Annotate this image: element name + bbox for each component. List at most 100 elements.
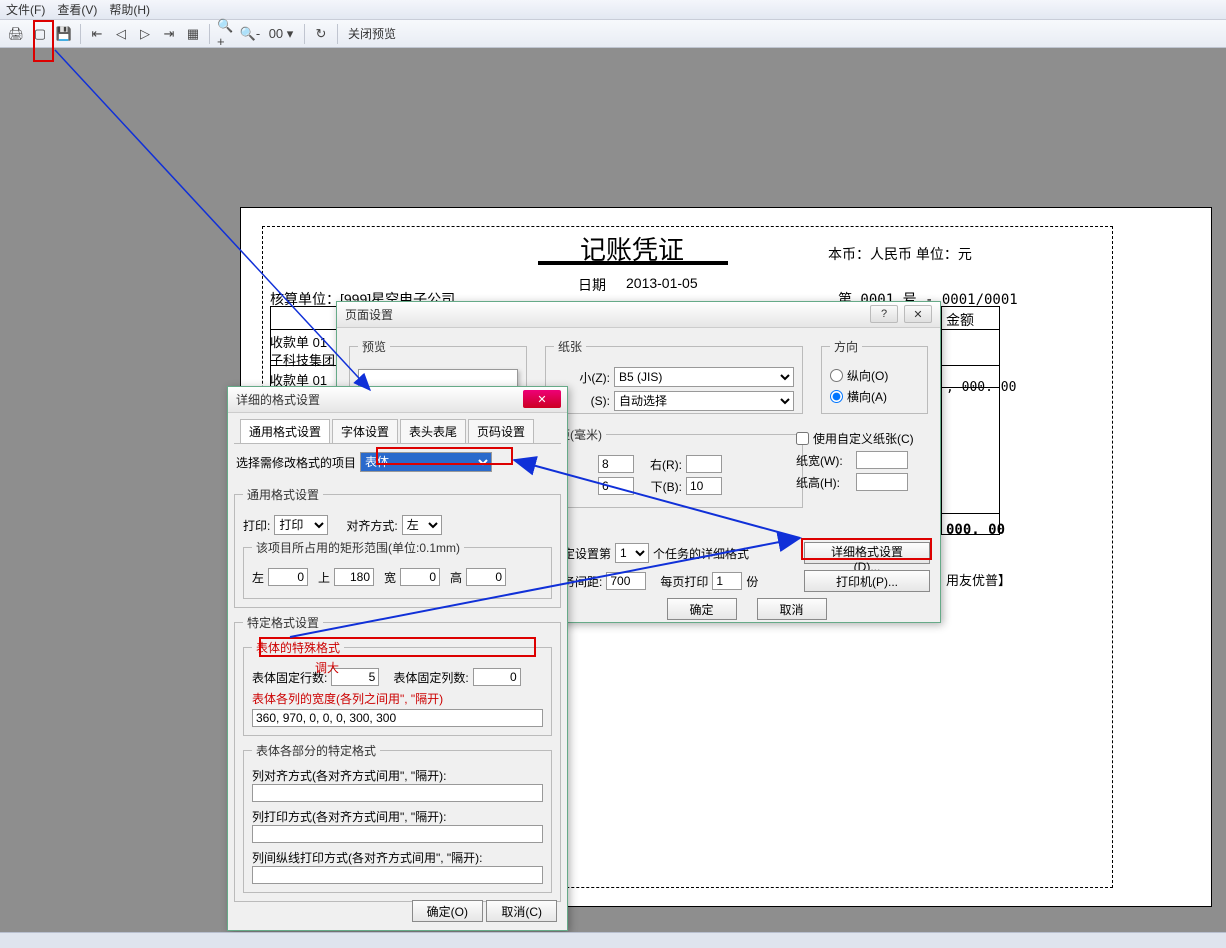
perpage-input[interactable]: [712, 572, 742, 590]
margin-bottom-input[interactable]: [686, 477, 722, 495]
col-align-input[interactable]: [252, 784, 543, 802]
margin-left-input[interactable]: [598, 455, 634, 473]
refresh-icon[interactable]: ↻: [311, 24, 331, 44]
tab-font[interactable]: 字体设置: [332, 419, 398, 443]
rect-t-input[interactable]: [334, 568, 374, 586]
paper-group: 纸张 小(Z): B5 (JIS) (S): 自动选择: [545, 338, 803, 414]
task-index-select[interactable]: 1: [615, 543, 649, 563]
paper-height-input[interactable]: [856, 473, 908, 491]
detail-tabs: 通用格式设置 字体设置 表头表尾 页码设置: [234, 419, 561, 444]
menu-view[interactable]: 查看(V): [57, 1, 97, 18]
tab-headfoot[interactable]: 表头表尾: [400, 419, 466, 443]
detail-format-dialog: 详细的格式设置 ✕ 通用格式设置 字体设置 表头表尾 页码设置 选择需修改格式的…: [227, 386, 568, 931]
prev-page-icon[interactable]: ◁: [111, 24, 131, 44]
body-parts-group: 表体各部分的特定格式 列对齐方式(各对齐方式间用", "隔开): 列打印方式(各…: [243, 742, 552, 893]
tab-pagenum[interactable]: 页码设置: [468, 419, 534, 443]
body-format-group: 表体的特殊格式 表体固定行数: 表体固定列数: 表体各列的宽度(各列之间用", …: [243, 639, 552, 736]
rect-group: 该项目所占用的矩形范围(单位:0.1mm) 左 上 宽 高: [243, 539, 552, 599]
paper-size-select[interactable]: B5 (JIS): [614, 367, 794, 387]
colwidth-label: 表体各列的宽度(各列之间用", "隔开): [252, 692, 443, 706]
margin-right-input[interactable]: [686, 455, 722, 473]
print-select[interactable]: 打印: [274, 515, 328, 535]
rect-w-input[interactable]: [400, 568, 440, 586]
specific-legend: 特定格式设置: [243, 614, 323, 631]
rect-t-label: 上: [318, 569, 330, 586]
printer-button[interactable]: 打印机(P)...: [804, 570, 930, 592]
perpage-unit: 份: [746, 573, 758, 590]
fixcol-input[interactable]: [473, 668, 521, 686]
rect-l-label: 左: [252, 569, 264, 586]
margin-right-label: 右(R):: [638, 456, 682, 473]
paper-height-label: 纸高(H):: [796, 474, 852, 491]
body-annot: 表体的特殊格式: [256, 641, 340, 655]
detail-ok-button[interactable]: 确定(O): [412, 900, 483, 922]
paper-width-label: 纸宽(W):: [796, 452, 852, 469]
orientation-group: 方向 纵向(O) 横向(A): [821, 338, 928, 414]
task-gap-label: 务间距:: [563, 573, 602, 590]
rect-h-input[interactable]: [466, 568, 506, 586]
rect-l-input[interactable]: [268, 568, 308, 586]
voucher-currency: 本币：人民币 单位：元: [828, 244, 972, 264]
zoom-dropdown[interactable]: 00 ▾: [264, 24, 298, 44]
tab-general[interactable]: 通用格式设置: [240, 419, 330, 443]
paper-width-input[interactable]: [856, 451, 908, 469]
voucher-date: 2013-01-05: [626, 275, 698, 291]
preview-legend: 预览: [358, 338, 390, 355]
status-bar: [0, 932, 1226, 948]
landscape-label: 横向(A): [847, 388, 887, 405]
custom-paper-checkbox[interactable]: [796, 432, 809, 445]
detail-cancel-button[interactable]: 取消(C): [486, 900, 557, 922]
detail-dialog-title: 详细的格式设置 ✕: [228, 387, 567, 413]
page-setup-cancel-button[interactable]: 取消: [757, 598, 827, 620]
col-print-input[interactable]: [252, 825, 543, 843]
paper-legend: 纸张: [554, 338, 586, 355]
portrait-label: 纵向(O): [847, 367, 888, 384]
margins-group: 距(毫米) : 右(R): : 下(B):: [545, 426, 803, 508]
col-print-label: 列打印方式(各对齐方式间用", "隔开):: [252, 808, 543, 825]
specific-format-group: 特定格式设置 表体的特殊格式 表体固定行数: 表体固定列数: 表体各列的宽度(各…: [234, 614, 561, 902]
first-page-icon[interactable]: ⇤: [87, 24, 107, 44]
select-item-dropdown[interactable]: 表体: [360, 452, 492, 472]
help-icon[interactable]: ?: [870, 305, 898, 323]
align-select[interactable]: 左: [402, 515, 442, 535]
landscape-radio[interactable]: [830, 390, 843, 403]
close-icon[interactable]: ✕: [523, 390, 561, 408]
voucher-date-label: 日期: [578, 275, 606, 295]
page-setup-title-text: 页面设置: [345, 306, 393, 323]
close-icon[interactable]: ✕: [904, 305, 932, 323]
col-vline-input[interactable]: [252, 866, 543, 884]
voucher-footer-right: 用友优普】: [946, 570, 1011, 589]
align-label: 对齐方式:: [346, 517, 397, 534]
menu-file[interactable]: 文件(F): [6, 1, 45, 18]
colwidth-input[interactable]: [252, 709, 543, 727]
custom-paper-label: 使用自定义纸张(C): [813, 430, 914, 447]
portrait-radio[interactable]: [830, 369, 843, 382]
col-align-label: 列对齐方式(各对齐方式间用", "隔开):: [252, 767, 543, 784]
orientation-legend: 方向: [830, 338, 862, 355]
task-gap-input[interactable]: [606, 572, 646, 590]
toolbar: 🖨 ▢ 💾 ⇤ ◁ ▷ ⇥ ▦ 🔍+ 🔍- 00 ▾ ↻ 关闭预览: [0, 20, 1226, 48]
detail-title-text: 详细的格式设置: [236, 391, 320, 408]
perpage-label: 每页打印: [660, 573, 708, 590]
new-icon[interactable]: ▢: [30, 24, 50, 44]
close-preview-button[interactable]: 关闭预览: [348, 25, 396, 42]
next-page-icon[interactable]: ▷: [135, 24, 155, 44]
detail-format-button[interactable]: 详细格式设置(D)...: [804, 542, 930, 564]
voucher-title-underline: [538, 261, 728, 265]
paper-source-select[interactable]: 自动选择: [614, 391, 794, 411]
col-vline-label: 列间纵线打印方式(各对齐方式间用", "隔开):: [252, 849, 543, 866]
select-item-label: 选择需修改格式的项目: [236, 454, 356, 471]
save-icon[interactable]: 💾: [54, 24, 74, 44]
rect-h-label: 高: [450, 569, 462, 586]
parts-legend: 表体各部分的特定格式: [252, 742, 380, 759]
last-page-icon[interactable]: ⇥: [159, 24, 179, 44]
margin-top-input[interactable]: [598, 477, 634, 495]
page-setup-ok-button[interactable]: 确定: [667, 598, 737, 620]
rect-w-label: 宽: [384, 569, 396, 586]
zoom-in-icon[interactable]: 🔍+: [216, 24, 236, 44]
zoom-out-icon[interactable]: 🔍-: [240, 24, 260, 44]
multi-page-icon[interactable]: ▦: [183, 24, 203, 44]
general-format-group: 通用格式设置 打印: 打印 对齐方式: 左 该项目所占用的矩形范围(单位:0.1…: [234, 486, 561, 608]
print-icon[interactable]: 🖨: [6, 24, 26, 44]
menu-help[interactable]: 帮助(H): [109, 1, 150, 18]
